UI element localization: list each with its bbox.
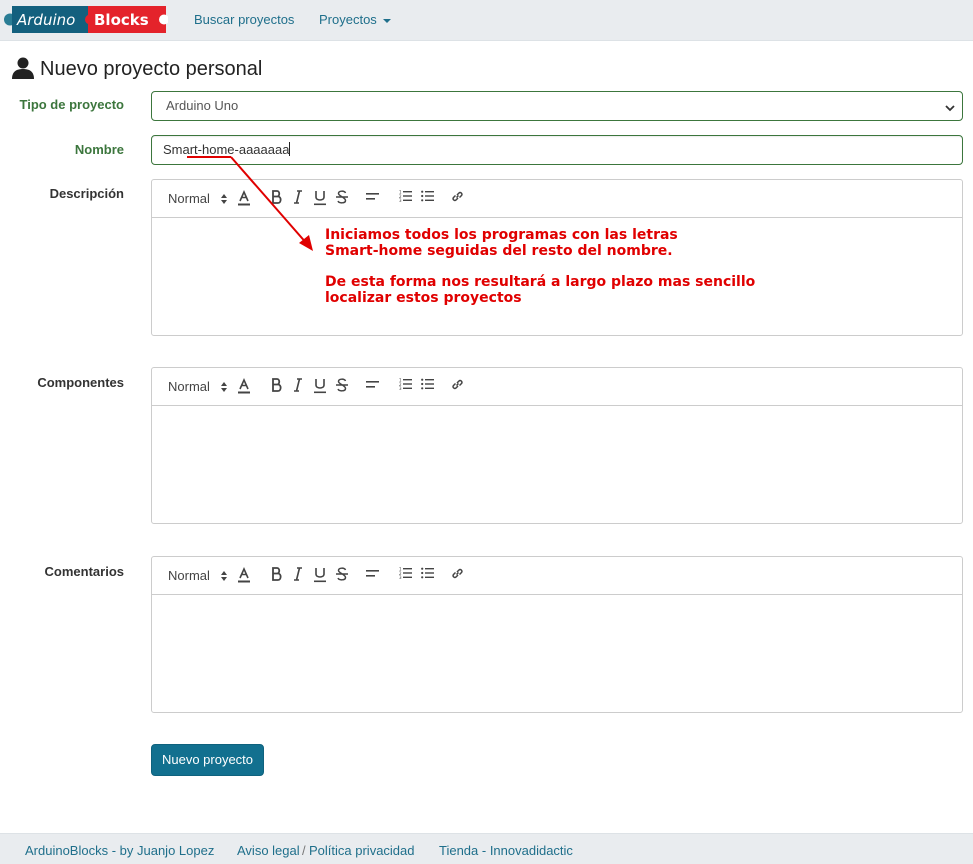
strikethrough-icon[interactable] xyxy=(336,190,348,208)
format-select[interactable]: Normal xyxy=(168,379,227,397)
align-icon[interactable] xyxy=(366,190,379,208)
components-label: Componentes xyxy=(37,375,124,390)
text-cursor xyxy=(289,142,291,156)
bullet-list-icon[interactable] xyxy=(421,190,434,208)
italic-icon[interactable] xyxy=(293,567,303,585)
link-icon[interactable] xyxy=(451,567,464,585)
svg-text:3: 3 xyxy=(399,386,402,390)
components-editor[interactable]: Normal 123 xyxy=(151,367,963,524)
chevron-down-icon xyxy=(945,101,955,112)
updown-arrows-icon xyxy=(221,194,227,204)
nav-projects-dropdown[interactable]: Proyectos xyxy=(319,12,391,27)
ordered-list-icon[interactable]: 123 xyxy=(399,378,412,396)
logo-text-blocks: Blocks xyxy=(94,11,149,29)
bold-icon[interactable] xyxy=(271,190,282,208)
components-editor-body[interactable] xyxy=(152,406,962,523)
align-icon[interactable] xyxy=(366,567,379,585)
navbar: Arduino Blocks Buscar proyectos Proyecto… xyxy=(0,0,973,41)
description-editor-toolbar: Normal 123 xyxy=(152,180,962,218)
project-type-label: Tipo de proyecto xyxy=(19,97,125,112)
updown-arrows-icon xyxy=(221,382,227,392)
footer-author-link[interactable]: ArduinoBlocks - by Juanjo Lopez xyxy=(25,843,214,858)
link-icon[interactable] xyxy=(451,378,464,396)
nav-projects-label: Proyectos xyxy=(319,12,377,27)
annotation-line-2: Smart-home seguidas del resto del nombre… xyxy=(325,243,673,259)
format-select-label: Normal xyxy=(168,379,210,394)
svg-text:3: 3 xyxy=(399,575,402,579)
annotation-line-4: localizar estos proyectos xyxy=(325,290,522,306)
new-project-button[interactable]: Nuevo proyecto xyxy=(151,744,264,776)
footer-legal-link[interactable]: Aviso legal xyxy=(237,843,300,858)
format-select-label: Normal xyxy=(168,191,210,206)
svg-text:3: 3 xyxy=(399,198,402,202)
caret-down-icon xyxy=(382,18,391,23)
arduinoblocks-logo[interactable]: Arduino Blocks xyxy=(4,4,169,35)
footer-privacy-link[interactable]: Política privacidad xyxy=(309,843,415,858)
annotation-line-3: De esta forma nos resultará a largo plaz… xyxy=(325,274,756,290)
underline-icon[interactable] xyxy=(314,190,326,208)
text-color-icon[interactable] xyxy=(238,190,250,208)
comments-editor[interactable]: Normal 123 xyxy=(151,556,963,713)
name-input[interactable]: Smart-home-aaaaaaa xyxy=(151,135,963,165)
format-select-label: Normal xyxy=(168,568,210,583)
underline-icon[interactable] xyxy=(314,378,326,396)
ordered-list-icon[interactable]: 123 xyxy=(399,190,412,208)
strikethrough-icon[interactable] xyxy=(336,567,348,585)
comments-editor-toolbar: Normal 123 xyxy=(152,557,962,595)
footer: ArduinoBlocks - by Juanjo Lopez Aviso le… xyxy=(0,833,973,864)
footer-separator: / xyxy=(302,843,306,858)
project-type-value: Arduino Uno xyxy=(166,98,239,113)
bullet-list-icon[interactable] xyxy=(421,378,434,396)
bold-icon[interactable] xyxy=(271,378,282,396)
text-color-icon[interactable] xyxy=(238,567,250,585)
annotation-line-1: Iniciamos todos los programas con las le… xyxy=(325,227,678,243)
text-color-icon[interactable] xyxy=(238,378,250,396)
updown-arrows-icon xyxy=(221,571,227,581)
description-label: Descripción xyxy=(49,186,124,201)
ordered-list-icon[interactable]: 123 xyxy=(399,567,412,585)
align-icon[interactable] xyxy=(366,378,379,396)
page-title-text: Nuevo proyecto personal xyxy=(40,58,263,80)
underline-icon[interactable] xyxy=(314,567,326,585)
italic-icon[interactable] xyxy=(293,378,303,396)
user-icon xyxy=(11,56,35,80)
comments-editor-body[interactable] xyxy=(152,595,962,712)
components-editor-toolbar: Normal 123 xyxy=(152,368,962,406)
name-input-value: Smart-home-aaaaaaa xyxy=(163,142,290,157)
footer-store-link[interactable]: Tienda - Innovadidactic xyxy=(439,843,573,858)
project-type-select[interactable]: Arduino Uno xyxy=(151,91,963,121)
format-select[interactable]: Normal xyxy=(168,191,227,209)
bullet-list-icon[interactable] xyxy=(421,567,434,585)
nav-search-projects[interactable]: Buscar proyectos xyxy=(194,12,294,27)
italic-icon[interactable] xyxy=(293,190,303,208)
format-select[interactable]: Normal xyxy=(168,568,227,586)
comments-label: Comentarios xyxy=(44,564,124,579)
link-icon[interactable] xyxy=(451,190,464,208)
strikethrough-icon[interactable] xyxy=(336,378,348,396)
name-label: Nombre xyxy=(74,142,124,157)
logo-text-arduino: Arduino xyxy=(16,11,75,29)
bold-icon[interactable] xyxy=(271,567,282,585)
